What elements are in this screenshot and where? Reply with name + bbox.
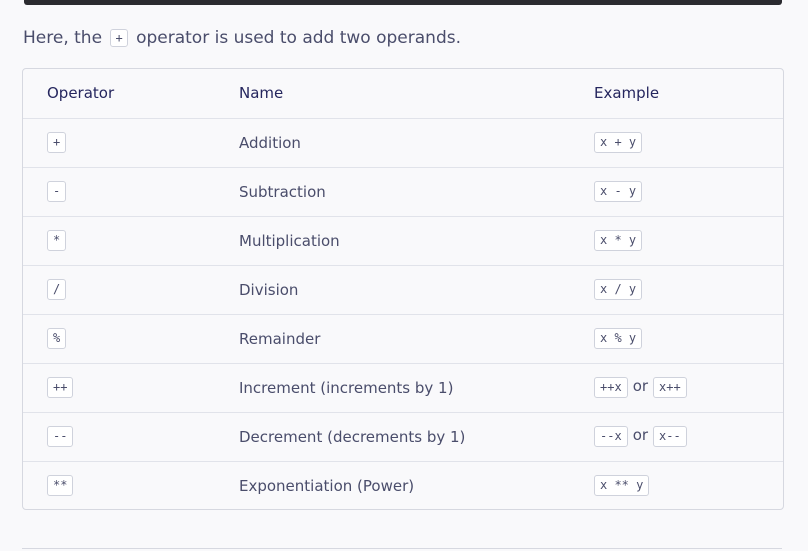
- operator-cell: *: [23, 216, 239, 265]
- table-row: -- Decrement (decrements by 1) --x or x--: [23, 412, 783, 461]
- example-cell: x % y: [594, 314, 783, 363]
- table-row: - Subtraction x - y: [23, 167, 783, 216]
- example-cell: ++x or x++: [594, 363, 783, 412]
- table-row: ++ Increment (increments by 1) ++x or x++: [23, 363, 783, 412]
- table-row: + Addition x + y: [23, 118, 783, 167]
- example-code: x + y: [594, 132, 643, 153]
- operator-name: Decrement (decrements by 1): [239, 427, 466, 446]
- header-name: Name: [239, 84, 284, 103]
- example-code: x / y: [594, 279, 643, 300]
- operator-cell: ++: [23, 363, 239, 412]
- operator-code: -: [47, 181, 67, 202]
- section-divider: [22, 548, 782, 549]
- operator-name: Remainder: [239, 329, 321, 348]
- operator-cell: -: [23, 167, 239, 216]
- operator-cell: --: [23, 412, 239, 461]
- operator-name: Increment (increments by 1): [239, 378, 454, 397]
- example-cell: x * y: [594, 216, 783, 265]
- inline-code-plus: +: [110, 29, 128, 47]
- operator-name: Subtraction: [239, 182, 326, 201]
- operator-name: Multiplication: [239, 231, 340, 250]
- operator-cell: /: [23, 265, 239, 314]
- example-code: --x: [594, 426, 628, 447]
- or-separator: or: [632, 377, 649, 395]
- table-row: / Division x / y: [23, 265, 783, 314]
- operator-code: **: [47, 475, 74, 497]
- example-code: x--: [653, 426, 687, 447]
- operator-code: *: [47, 230, 67, 251]
- or-separator: or: [632, 426, 649, 444]
- table-row: % Remainder x % y: [23, 314, 783, 363]
- table-body: + Addition x + y - Subtraction x - y * Multipli…: [23, 118, 783, 509]
- header-operator: Operator: [47, 84, 115, 103]
- operator-name: Addition: [239, 133, 301, 152]
- operator-code: +: [47, 132, 67, 153]
- example-cell: x - y: [594, 167, 783, 216]
- operator-cell: **: [23, 461, 239, 509]
- example-cell: x / y: [594, 265, 783, 314]
- code-block-bottom-edge: [24, 0, 782, 5]
- operator-code: /: [47, 279, 67, 300]
- header-example: Example: [594, 84, 660, 103]
- example-code: x - y: [594, 181, 643, 202]
- example-code: x ** y: [594, 475, 650, 497]
- example-code: ++x: [594, 377, 628, 398]
- intro-text-after: operator is used to add two operands.: [136, 28, 461, 48]
- operators-table: Operator Name Example + Addition x + y - Sub…: [22, 68, 784, 510]
- example-cell: x + y: [594, 118, 783, 167]
- intro-text-before: Here, the: [23, 28, 103, 48]
- example-cell: x ** y: [594, 461, 783, 509]
- table-header-row: Operator Name Example: [23, 69, 783, 118]
- operator-name: Division: [239, 280, 299, 299]
- operator-code: ++: [47, 377, 74, 398]
- intro-paragraph: Here, the + operator is used to add two …: [23, 26, 461, 51]
- operator-code: --: [47, 426, 74, 447]
- operator-cell: %: [23, 314, 239, 363]
- operator-name: Exponentiation (Power): [239, 476, 415, 495]
- table-row: ** Exponentiation (Power) x ** y: [23, 461, 783, 509]
- example-code: x * y: [594, 230, 643, 251]
- table-row: * Multiplication x * y: [23, 216, 783, 265]
- operator-code: %: [47, 328, 67, 349]
- example-cell: --x or x--: [594, 412, 783, 461]
- example-code: x % y: [594, 328, 643, 349]
- example-code: x++: [653, 377, 687, 398]
- operator-cell: +: [23, 118, 239, 167]
